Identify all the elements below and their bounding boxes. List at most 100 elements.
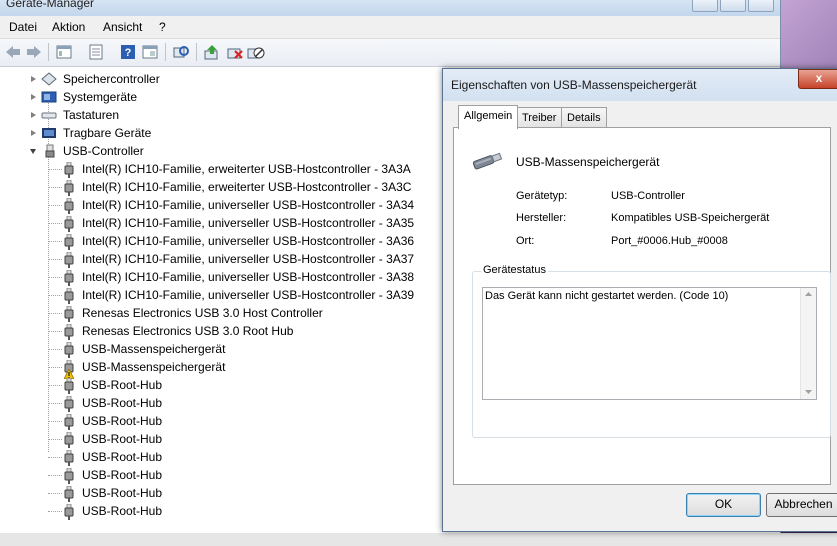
uninstall-icon[interactable]	[226, 44, 244, 60]
usb-plug-icon	[64, 233, 74, 250]
menu-datei[interactable]: Datei	[9, 20, 37, 34]
location-label: Ort:	[516, 235, 535, 247]
menu-ansicht[interactable]: Ansicht	[103, 20, 142, 34]
window-controls	[692, 0, 774, 12]
toolbar-separator	[48, 43, 49, 61]
tree-device-item[interactable]: Intel(R) ICH10-Familie, erweiterter USB-…	[0, 160, 440, 178]
usb-plug-icon	[64, 215, 74, 232]
tree-device-label: USB-Root-Hub	[82, 378, 163, 392]
update-driver-icon[interactable]	[203, 44, 221, 60]
tree-connector	[48, 475, 62, 476]
tree-device-item[interactable]: USB-Root-Hub	[0, 448, 440, 466]
tree-device-item[interactable]: Intel(R) ICH10-Familie, universeller USB…	[0, 250, 440, 268]
tree-device-item[interactable]: Renesas Electronics USB 3.0 Host Control…	[0, 304, 440, 322]
forward-arrow-icon[interactable]	[25, 44, 43, 60]
tab-allgemein[interactable]: Allgemein	[458, 105, 519, 129]
tab-treiber[interactable]: Treiber	[516, 107, 563, 128]
expand-arrow-icon[interactable]	[31, 130, 36, 136]
svg-text:?: ?	[125, 47, 132, 59]
tree-connector	[48, 259, 62, 260]
tree-connector	[48, 385, 62, 386]
tree-device-item[interactable]: USB-Root-Hub	[0, 430, 440, 448]
usb-plug-icon	[64, 269, 74, 286]
tree-connector	[48, 223, 62, 224]
tree-category-usb-controller[interactable]: USB-Controller	[0, 142, 400, 160]
tree-device-item[interactable]: Intel(R) ICH10-Familie, universeller USB…	[0, 196, 440, 214]
expand-arrow-icon[interactable]	[31, 94, 36, 100]
help-icon[interactable]: ?	[119, 44, 137, 60]
usb-plug-icon	[64, 377, 74, 394]
tree-device-item[interactable]: USB-Root-Hub	[0, 412, 440, 430]
tree-device-label: USB-Root-Hub	[82, 486, 163, 500]
tree-device-item[interactable]: USB-Root-Hub	[0, 376, 440, 394]
manufacturer-value: Kompatibles USB-Speichergerät	[611, 212, 770, 224]
tree-device-label: USB-Root-Hub	[82, 396, 163, 410]
device-type-value: USB-Controller	[611, 190, 685, 202]
dialog-title: Eigenschaften von USB-Massenspeichergerä…	[451, 78, 697, 92]
tree-connector	[48, 349, 62, 350]
tree-device-item[interactable]: USB-Root-Hub	[0, 484, 440, 502]
back-arrow-icon[interactable]	[4, 44, 22, 60]
tree-category-label: Tragbare Geräte	[63, 126, 152, 140]
tree-device-label: USB-Root-Hub	[82, 504, 163, 518]
usb-plug-icon	[64, 503, 74, 520]
tree-connector	[48, 277, 62, 278]
tree-category-label: Tastaturen	[63, 108, 120, 122]
tree-device-label: Intel(R) ICH10-Familie, universeller USB…	[82, 252, 415, 266]
tree-category[interactable]: Tastaturen	[0, 106, 400, 124]
tree-device-item[interactable]: USB-Root-Hub	[0, 394, 440, 412]
menu-aktion[interactable]: Aktion	[52, 20, 85, 34]
scan-hardware-icon[interactable]	[172, 44, 190, 60]
tree-device-item[interactable]: USB-Massenspeichergerät	[0, 340, 440, 358]
console-tree-icon[interactable]	[55, 44, 73, 60]
show-hidden-icon[interactable]	[141, 44, 159, 60]
collapse-arrow-icon[interactable]	[30, 149, 36, 154]
maximize-button[interactable]	[720, 0, 746, 12]
tree-device-item[interactable]: Intel(R) ICH10-Familie, erweiterter USB-…	[0, 178, 440, 196]
tree-category[interactable]: Systemgeräte	[0, 88, 400, 106]
dialog-close-button[interactable]: x	[798, 69, 837, 89]
ok-button[interactable]: OK	[686, 493, 761, 517]
usb-plug-icon	[64, 323, 74, 340]
disable-device-icon[interactable]	[247, 44, 265, 60]
status-strip	[0, 533, 837, 546]
properties-dialog: Eigenschaften von USB-Massenspeichergerä…	[442, 68, 837, 532]
close-button[interactable]	[748, 0, 774, 12]
usb-icon	[42, 144, 58, 158]
cancel-button[interactable]: Abbrechen	[766, 493, 837, 517]
tree-device-item[interactable]: Intel(R) ICH10-Familie, universeller USB…	[0, 232, 440, 250]
tree-device-label: Intel(R) ICH10-Familie, erweiterter USB-…	[82, 180, 412, 194]
tree-device-item[interactable]: Intel(R) ICH10-Familie, universeller USB…	[0, 268, 440, 286]
tree-category-label: USB-Controller	[63, 144, 144, 158]
minimize-button[interactable]	[692, 0, 718, 12]
properties-sheet-icon[interactable]	[87, 44, 105, 60]
tree-device-item[interactable]: USB-Root-Hub	[0, 466, 440, 484]
tree-device-label: Renesas Electronics USB 3.0 Host Control…	[82, 306, 323, 320]
tree-category[interactable]: Tragbare Geräte	[0, 124, 400, 142]
location-value: Port_#0006.Hub_#0008	[611, 235, 728, 247]
tree-device-item[interactable]: USB-Root-Hub	[0, 502, 440, 520]
system-devices-icon	[41, 90, 57, 104]
tree-device-item[interactable]: USB-Massenspeichergerät	[0, 358, 440, 380]
usb-plug-icon	[64, 485, 74, 502]
tree-connector	[48, 169, 62, 170]
tree-connector	[48, 511, 62, 512]
tree-category[interactable]: Speichercontroller	[0, 70, 400, 88]
dialog-titlebar[interactable]: Eigenschaften von USB-Massenspeichergerä…	[443, 69, 837, 101]
window-titlebar[interactable]: Geräte-Manager	[0, 0, 780, 16]
device-status-group: Gerätestatus Das Gerät kann nicht gestar…	[472, 264, 831, 438]
status-scrollbar[interactable]	[800, 288, 816, 399]
expand-arrow-icon[interactable]	[31, 76, 36, 82]
menu-bar: Datei Aktion Ansicht ?	[0, 16, 780, 39]
tab-details[interactable]: Details	[561, 107, 607, 128]
tree-connector	[48, 457, 62, 458]
tree-device-item[interactable]: Renesas Electronics USB 3.0 Root Hub	[0, 322, 440, 340]
tree-device-item[interactable]: Intel(R) ICH10-Familie, universeller USB…	[0, 286, 440, 304]
device-status-textbox[interactable]: Das Gerät kann nicht gestartet werden. (…	[482, 287, 817, 400]
manufacturer-label: Hersteller:	[516, 212, 567, 224]
usb-plug-icon	[64, 413, 74, 430]
tree-device-item[interactable]: Intel(R) ICH10-Familie, universeller USB…	[0, 214, 440, 232]
expand-arrow-icon[interactable]	[31, 112, 36, 118]
tree-category-label: Speichercontroller	[63, 72, 160, 86]
menu-help[interactable]: ?	[159, 20, 166, 34]
